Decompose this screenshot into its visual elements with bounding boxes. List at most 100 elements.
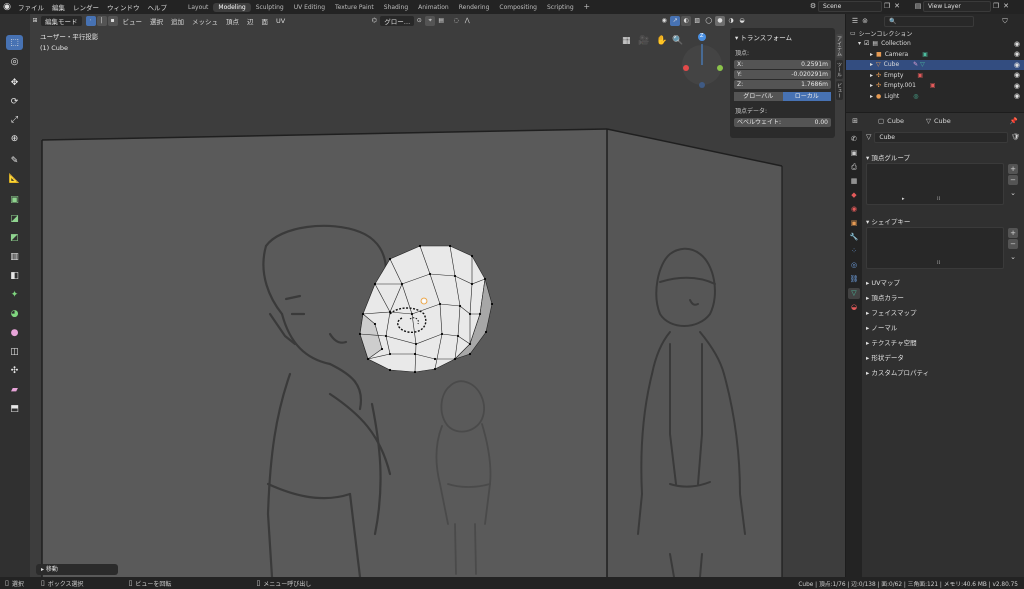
vertex-select-mode-button[interactable]: ⋅ <box>85 16 96 26</box>
sidebar-tab-tool[interactable]: ツール <box>836 60 843 79</box>
gizmo-toggle-icon[interactable]: ↗ <box>670 16 681 26</box>
tab-modeling[interactable]: Modeling <box>213 2 251 12</box>
bevel-weight-field[interactable]: ベベルウェイト: 0.00 <box>734 118 831 127</box>
camera-view-icon[interactable]: 🎥 <box>638 36 649 46</box>
face-select-mode-button[interactable]: ▪ <box>107 16 118 26</box>
vertex-colors-section[interactable]: ▸ 頂点カラー <box>866 290 929 305</box>
smooth-tool-icon[interactable]: ● <box>6 325 23 340</box>
navigation-gizmo[interactable] <box>675 32 730 90</box>
eye-icon[interactable]: ◉ <box>1014 71 1020 79</box>
toggle-camera-grid-icon[interactable]: ▦ <box>622 36 631 46</box>
global-button[interactable]: グローバル <box>734 92 783 101</box>
edge-slide-tool-icon[interactable]: ◫ <box>6 344 23 359</box>
edge-select-mode-button[interactable]: | <box>96 16 107 26</box>
filter-icon[interactable]: ⛉ <box>1000 16 1010 27</box>
expand-icon[interactable]: ▸ <box>870 82 873 89</box>
vertex-z-field[interactable]: Z: 1.7686m <box>734 80 831 89</box>
scene-tab-icon[interactable]: ◆ <box>848 190 860 201</box>
tab-scripting[interactable]: Scripting <box>542 3 579 12</box>
eye-icon[interactable]: ◉ <box>1014 50 1020 58</box>
local-button[interactable]: ローカル <box>782 92 831 101</box>
constraints-tab-icon[interactable]: ⛓ <box>848 274 860 285</box>
remove-vertex-group-button[interactable]: − <box>1008 175 1018 185</box>
menu-help[interactable]: ヘルプ <box>144 2 172 12</box>
outliner-search-input[interactable]: 🔍 <box>884 15 974 27</box>
outliner-item-cube[interactable]: ▸ ▽ Cube ✎ ▽ ◉ <box>846 59 1024 70</box>
vertex-y-field[interactable]: Y: -0.020291m <box>734 70 831 79</box>
tab-shading[interactable]: Shading <box>379 3 413 12</box>
eye-icon[interactable]: ◉ <box>1014 82 1020 90</box>
transform-panel-title[interactable]: ▾ トランスフォーム <box>730 28 835 46</box>
menu-edge[interactable]: 辺 <box>243 16 258 26</box>
shading-wireframe-icon[interactable]: ◯ <box>703 16 714 26</box>
shape-key-specials-icon[interactable]: ⌄ <box>1008 252 1018 262</box>
outliner-editor-icon[interactable]: ☰ <box>850 16 860 27</box>
copy-scene-icon[interactable]: ❐ <box>882 1 892 12</box>
view-layer-icon[interactable]: ▤ <box>913 1 923 12</box>
normals-section[interactable]: ▸ ノーマル <box>866 320 929 335</box>
shading-rendered-icon[interactable]: ◒ <box>737 16 747 26</box>
outliner-item-empty[interactable]: ▸ ✣ Empty ▣ ◉ <box>846 70 1024 81</box>
last-operator-panel[interactable]: ▸ 移動 <box>36 564 118 575</box>
expand-icon[interactable]: ▸ <box>870 51 873 58</box>
list-resize-handle[interactable]: ⁞⁞ <box>937 260 940 266</box>
shape-keys-list[interactable]: ⁞⁞ <box>866 227 1004 269</box>
particles-tab-icon[interactable]: ⁘ <box>848 246 860 257</box>
visibility-icon[interactable]: ◉ <box>659 16 669 26</box>
vertex-x-field[interactable]: X: 0.2591m <box>734 60 831 69</box>
shear-tool-icon[interactable]: ▰ <box>6 382 23 397</box>
move-tool-icon[interactable]: ✥ <box>6 75 23 90</box>
outliner-item-collection[interactable]: ▾ ☑ ▤ Collection ◉ <box>846 39 1024 50</box>
add-shape-key-button[interactable]: + <box>1008 228 1018 238</box>
expand-icon[interactable]: ▸ <box>870 72 873 79</box>
tab-compositing[interactable]: Compositing <box>494 3 542 12</box>
extrude-tool-icon[interactable]: ▣ <box>6 192 23 207</box>
view-layer-tab-icon[interactable]: ▦ <box>848 176 860 187</box>
menu-select[interactable]: 選択 <box>146 16 167 26</box>
add-workspace-button[interactable]: + <box>582 2 592 12</box>
expand-icon[interactable]: ▸ <box>870 61 873 68</box>
expand-icon[interactable]: ▾ <box>858 40 861 47</box>
pivot-point-icon[interactable]: ⊙ <box>414 16 424 26</box>
modifier-tab-icon[interactable]: 🔧 <box>848 232 860 243</box>
scene-name-field[interactable]: Scene <box>818 1 882 12</box>
menu-mesh[interactable]: メッシュ <box>188 16 222 26</box>
rip-tool-icon[interactable]: ⬒ <box>6 401 23 416</box>
view-layer-field[interactable]: View Layer <box>923 1 991 12</box>
rotate-tool-icon[interactable]: ⟳ <box>6 94 23 109</box>
menu-face[interactable]: 面 <box>258 16 273 26</box>
menu-file[interactable]: ファイル <box>14 2 48 12</box>
display-mode-icon[interactable]: ⊚ <box>860 16 870 27</box>
annotate-tool-icon[interactable]: ✎ <box>6 153 23 168</box>
world-tab-icon[interactable]: ◉ <box>848 204 860 215</box>
mode-selector[interactable]: 編集モード <box>41 16 82 26</box>
copy-layer-icon[interactable]: ❐ <box>991 1 1001 12</box>
properties-editor-icon[interactable]: ⊞ <box>850 116 860 127</box>
transform-orientation-dropdown[interactable]: グロー… <box>380 16 415 26</box>
tab-uv-editing[interactable]: UV Editing <box>289 3 330 12</box>
eye-icon[interactable]: ◉ <box>1014 40 1020 48</box>
list-expand-icon[interactable]: ▸ <box>902 196 905 202</box>
tool-tab-icon[interactable]: ✆ <box>848 134 860 145</box>
face-maps-section[interactable]: ▸ フェイスマップ <box>866 305 929 320</box>
remove-shape-key-button[interactable]: − <box>1008 239 1018 249</box>
physics-tab-icon[interactable]: ◎ <box>848 260 860 271</box>
pan-view-icon[interactable]: ✋ <box>656 36 667 46</box>
inset-tool-icon[interactable]: ◪ <box>6 211 23 226</box>
select-box-tool-icon[interactable]: ⬚ <box>6 35 23 50</box>
shrink-fatten-tool-icon[interactable]: ✣ <box>6 363 23 378</box>
material-tab-icon[interactable]: ◒ <box>848 302 860 313</box>
close-scene-icon[interactable]: ✕ <box>892 1 902 12</box>
object-tab-icon[interactable]: ▣ <box>848 218 860 229</box>
close-layer-icon[interactable]: ✕ <box>1001 1 1011 12</box>
editor-type-icon[interactable]: ⊞ <box>30 16 40 26</box>
add-vertex-group-button[interactable]: + <box>1008 164 1018 174</box>
tab-rendering[interactable]: Rendering <box>454 3 495 12</box>
poly-build-tool-icon[interactable]: ✦ <box>6 287 23 302</box>
render-tab-icon[interactable]: ▣ <box>848 148 860 159</box>
sidebar-tab-view[interactable]: ビュー <box>836 81 843 100</box>
tab-layout[interactable]: Layout <box>183 3 213 12</box>
scene-icon[interactable]: ⚙ <box>808 1 818 12</box>
checkbox-icon[interactable]: ☑ <box>864 40 869 47</box>
list-resize-handle[interactable]: ⁞⁞ <box>937 196 940 202</box>
